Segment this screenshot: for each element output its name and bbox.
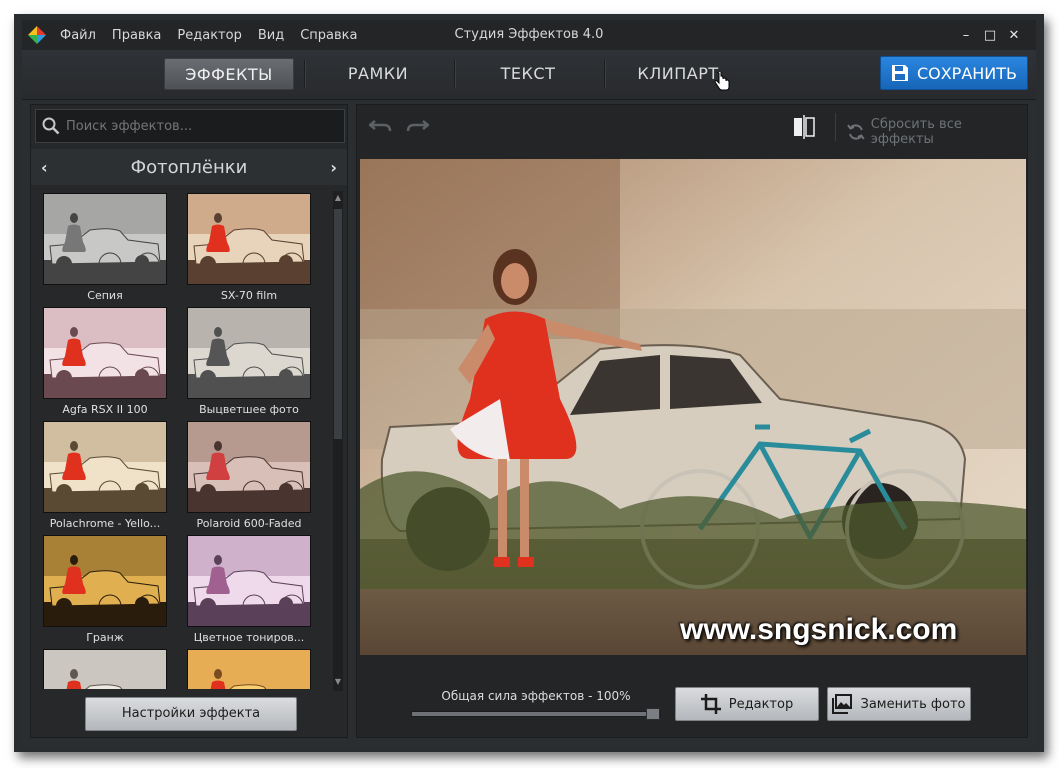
effect-thumbnail[interactable]: Agfa RSX II 100	[43, 307, 167, 416]
effects-grid: Сепия SX-70 film Agfa RSX II 100 Выцветшее …	[31, 189, 331, 689]
effects-panel: ‹ Фотоплёнки › Сепия SX-70 film Agfa RSX I…	[30, 104, 348, 738]
effect-thumbnail-label: Цветное тониров...	[193, 631, 305, 644]
effect-thumbnail-label: Сепия	[87, 289, 123, 302]
effect-thumbnail-image	[43, 193, 167, 285]
effect-thumbnail[interactable]: SX-70 film	[187, 193, 311, 302]
reset-effects-button[interactable]: Сбросить все эффекты	[847, 117, 1027, 147]
menu-file[interactable]: Файл	[60, 28, 96, 43]
tab-frames[interactable]: РАМКИ	[318, 58, 438, 90]
effect-thumbnail-image	[187, 193, 311, 285]
compare-icon[interactable]	[793, 115, 815, 139]
save-button-label: СОХРАНИТЬ	[916, 63, 1018, 83]
window-controls: – □ ✕	[954, 20, 1026, 50]
category-next-button[interactable]: ›	[330, 158, 337, 177]
effect-thumbnail-image	[43, 535, 167, 627]
effect-thumbnail-image	[43, 649, 167, 689]
editor-button-label: Редактор	[728, 696, 794, 712]
replace-photo-label: Заменить фото	[860, 696, 966, 712]
search-icon	[36, 117, 66, 135]
effect-thumbnail-label: Выцветшее фото	[199, 403, 299, 416]
slider-fill	[412, 712, 660, 716]
effect-thumbnail-image	[187, 649, 311, 689]
tab-separator	[454, 60, 456, 88]
effect-thumbnail[interactable]: Polachrome - Yello...	[43, 421, 167, 530]
photo-icon	[832, 694, 853, 714]
minimize-button[interactable]: –	[954, 28, 978, 43]
tab-effects[interactable]: ЭФФЕКТЫ	[164, 58, 294, 90]
photo-preview: www.sngsnick.com	[360, 159, 1026, 655]
preview-panel: Сбросить все эффекты www.sngsnick.com Об…	[356, 104, 1028, 738]
effect-strength-slider[interactable]	[411, 708, 661, 720]
maximize-button[interactable]: □	[978, 28, 1002, 43]
preview-photo-image	[360, 159, 1026, 655]
effect-thumbnail[interactable]	[43, 649, 167, 689]
editor-button[interactable]: Редактор	[675, 687, 819, 721]
effect-strength: Общая сила эффектов - 100%	[411, 689, 661, 720]
menu-bar: Файл Правка Редактор Вид Справка	[60, 20, 373, 50]
effect-thumbnail-label: Polachrome - Yello...	[49, 517, 161, 530]
title-bar: Файл Правка Редактор Вид Справка Студия …	[22, 20, 1036, 50]
effect-thumbnail[interactable]: Выцветшее фото	[187, 307, 311, 416]
effect-thumbnail[interactable]: Сепия	[43, 193, 167, 302]
effect-thumbnail[interactable]: Гранж	[43, 535, 167, 644]
menu-help[interactable]: Справка	[300, 28, 357, 43]
effect-thumbnail[interactable]: Цветное тониров...	[187, 535, 311, 644]
effect-thumbnail-image	[43, 307, 167, 399]
app-window: Файл Правка Редактор Вид Справка Студия …	[22, 20, 1036, 746]
floppy-disk-icon	[891, 65, 908, 81]
search-input[interactable]	[66, 118, 326, 134]
search-box	[35, 109, 345, 143]
tab-separator	[304, 60, 306, 88]
preview-toolbar: Сбросить все эффекты	[357, 105, 1027, 149]
close-button[interactable]: ✕	[1002, 28, 1026, 43]
effects-scrollbar[interactable]: ▲ ▼	[333, 191, 343, 691]
effect-thumbnail-image	[187, 421, 311, 513]
effect-thumbnail-label: SX-70 film	[220, 289, 278, 302]
category-title: Фотоплёнки	[130, 156, 248, 178]
crop-icon	[700, 694, 721, 714]
replace-photo-button[interactable]: Заменить фото	[827, 687, 971, 721]
effect-settings-button[interactable]: Настройки эффекта	[85, 697, 297, 731]
menu-editor[interactable]: Редактор	[177, 28, 241, 43]
tab-separator	[604, 60, 606, 88]
effect-thumbnail[interactable]: Polaroid 600-Faded	[187, 421, 311, 530]
scroll-up-icon[interactable]: ▲	[333, 193, 343, 205]
tab-text[interactable]: ТЕКСТ	[468, 58, 588, 90]
effect-thumbnail[interactable]	[187, 649, 311, 689]
category-prev-button[interactable]: ‹	[41, 158, 48, 177]
undo-icon[interactable]	[369, 117, 393, 135]
app-logo-icon	[28, 26, 46, 44]
menu-edit[interactable]: Правка	[112, 28, 161, 43]
scrollbar-thumb[interactable]	[334, 209, 342, 439]
effect-strength-label: Общая сила эффектов - 100%	[441, 689, 631, 703]
reset-icon	[847, 124, 865, 140]
effect-thumbnail-image	[43, 421, 167, 513]
watermark-text: www.sngsnick.com	[680, 613, 958, 646]
effect-thumbnail-image	[187, 535, 311, 627]
slider-handle[interactable]	[646, 708, 660, 720]
reset-effects-label: Сбросить все эффекты	[870, 117, 962, 147]
toolbar-separator	[835, 113, 836, 141]
tab-bar: ЭФФЕКТЫ РАМКИ ТЕКСТ КЛИПАРТ СОХРАНИТЬ	[22, 50, 1036, 100]
effect-thumbnail-label: Polaroid 600-Faded	[196, 517, 302, 530]
redo-icon[interactable]	[405, 117, 429, 135]
save-button[interactable]: СОХРАНИТЬ	[880, 56, 1028, 90]
category-bar: ‹ Фотоплёнки ›	[31, 149, 347, 185]
scroll-down-icon[interactable]: ▼	[333, 677, 343, 689]
effect-thumbnail-image	[187, 307, 311, 399]
hand-cursor-icon	[714, 72, 730, 91]
menu-view[interactable]: Вид	[258, 28, 284, 43]
effect-thumbnail-label: Agfa RSX II 100	[62, 403, 148, 416]
effect-thumbnail-label: Гранж	[86, 631, 124, 644]
